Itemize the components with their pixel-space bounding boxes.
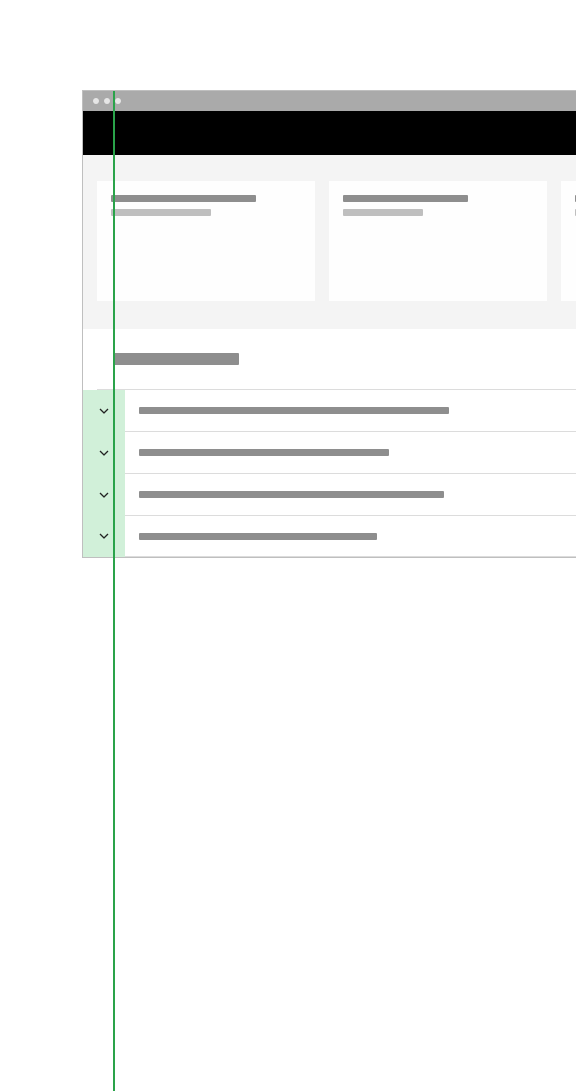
row-label-placeholder <box>139 533 377 540</box>
expand-cell[interactable] <box>83 390 125 432</box>
accordion-row[interactable] <box>97 515 576 557</box>
close-icon[interactable] <box>93 98 99 104</box>
window-title-bar <box>83 91 576 111</box>
accordion-section <box>83 329 576 557</box>
chevron-down-icon <box>99 408 109 414</box>
section-heading-placeholder <box>113 353 239 365</box>
card[interactable] <box>329 181 547 301</box>
maximize-icon[interactable] <box>115 98 121 104</box>
cards-row <box>83 165 576 329</box>
card-title-placeholder <box>343 195 468 202</box>
card-title-placeholder <box>111 195 256 202</box>
chevron-down-icon <box>99 492 109 498</box>
expand-cell[interactable] <box>83 432 125 474</box>
expand-cell[interactable] <box>83 474 125 516</box>
row-label-placeholder <box>139 491 444 498</box>
row-label-placeholder <box>139 407 449 414</box>
card[interactable] <box>561 181 576 301</box>
toolbar <box>83 111 576 155</box>
accordion-row[interactable] <box>97 473 576 515</box>
card[interactable] <box>97 181 315 301</box>
chevron-down-icon <box>99 533 109 539</box>
alignment-guide <box>113 91 115 1091</box>
card-subtitle-placeholder <box>343 209 423 216</box>
expand-cell[interactable] <box>83 515 125 557</box>
accordion-row[interactable] <box>97 431 576 473</box>
browser-window <box>82 90 576 558</box>
card-subtitle-placeholder <box>111 209 211 216</box>
page-content <box>83 155 576 557</box>
chevron-down-icon <box>99 450 109 456</box>
row-label-placeholder <box>139 449 389 456</box>
minimize-icon[interactable] <box>104 98 110 104</box>
accordion-row[interactable] <box>97 389 576 431</box>
